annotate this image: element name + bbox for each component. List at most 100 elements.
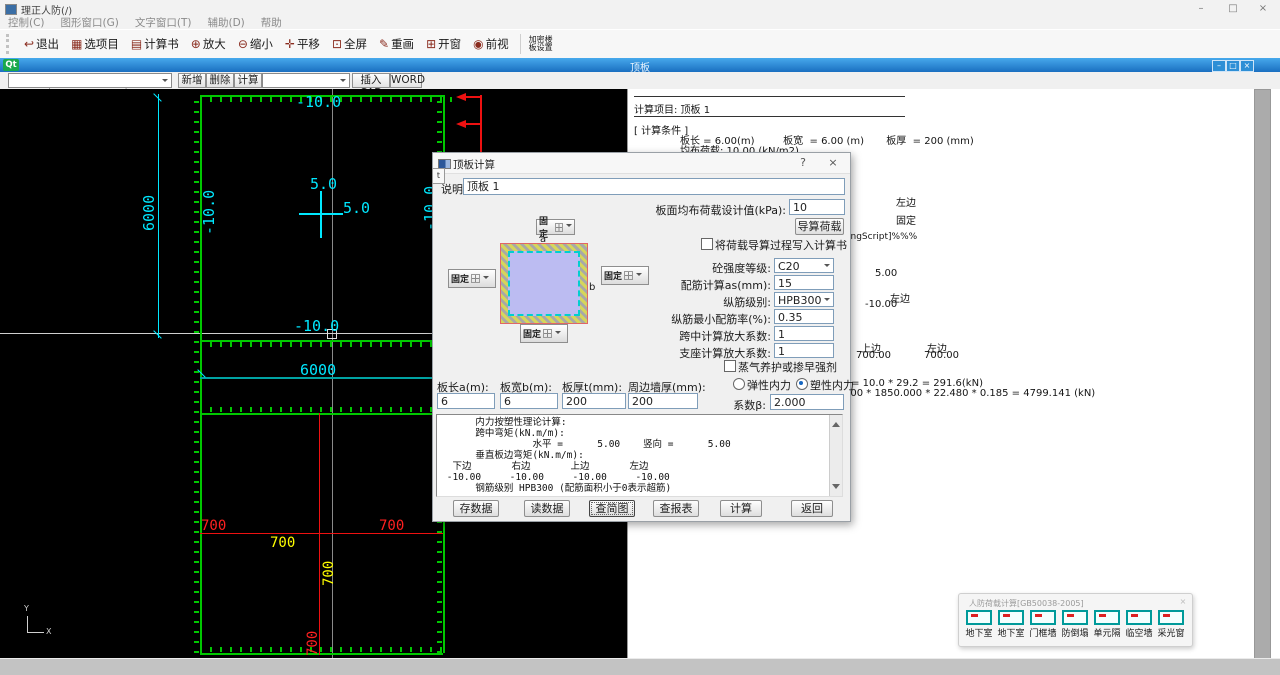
basement-button-2[interactable]: 地下室 [995, 610, 1027, 639]
redraw-button[interactable]: ✎ 重画 [374, 34, 419, 54]
report-frag: 000 * 1850.000 * 22.480 * 0.185 = 4799.1… [844, 388, 1095, 399]
delete-button[interactable]: 删除 [206, 73, 234, 88]
menu-bar: 控制(C) 图形窗口(G) 文字窗口(T) 辅助(D) 帮助 [0, 16, 1280, 29]
edge-left-select[interactable]: 固定 [448, 269, 496, 288]
menu-graphic-window[interactable]: 图形窗口(G) [61, 15, 119, 30]
close-button[interactable]: × [1252, 3, 1274, 14]
report-frag: 左边 [896, 194, 916, 209]
plastic-radio[interactable] [796, 378, 808, 390]
anti-collapse-icon [1062, 610, 1088, 625]
menu-text-window[interactable]: 文字窗口(T) [135, 15, 192, 30]
len-input[interactable]: 6 [437, 393, 495, 409]
concrete-select[interactable]: C20 [774, 258, 834, 273]
select-project-button[interactable]: ▦ 选项目 [66, 34, 124, 54]
dim-left-label: -10.0 [200, 190, 218, 235]
thk-input[interactable]: 200 [562, 393, 626, 409]
read-data-button[interactable]: 读数据 [524, 500, 570, 517]
file-select[interactable]: 01 (&RF_0002.DAT) [8, 73, 172, 88]
full-screen-button[interactable]: ⊡ 全屏 [327, 34, 372, 54]
scroll-down-icon[interactable] [832, 484, 840, 493]
dim-6000h-label: 6000 [300, 361, 336, 379]
as-input[interactable]: 15 [774, 275, 834, 290]
mdi-restore-button[interactable]: □ [1226, 60, 1240, 72]
dim-6000v-line [158, 94, 159, 338]
skylight-button[interactable]: 采光窗 [1155, 610, 1187, 639]
mdi-close-button[interactable]: × [1240, 60, 1254, 72]
moment-5b-label: 5.0 [343, 199, 370, 217]
anti-collapse-button[interactable]: 防倒塌 [1059, 610, 1091, 639]
result-scrollbar[interactable] [829, 415, 842, 496]
beta-input[interactable]: 2.000 [770, 394, 844, 410]
report-frag: 5.00 [875, 268, 897, 279]
result-box[interactable]: 内力按塑性理论计算: 跨中弯矩(kN.m/m): 水平 = 5.00 竖向 = … [436, 414, 843, 497]
return-button[interactable]: 返回 [791, 500, 833, 517]
wid-input[interactable]: 6 [500, 393, 558, 409]
dim-700-left: 700 [201, 518, 226, 534]
minimize-button[interactable]: – [1190, 3, 1212, 14]
midspan-factor-input[interactable]: 1 [774, 326, 834, 341]
rebar-select[interactable]: HPB300 [774, 292, 834, 307]
ucs-y-axis [27, 616, 28, 633]
elastic-label: 弹性内力 [747, 377, 791, 393]
min-ratio-input[interactable]: 0.35 [774, 309, 834, 324]
dialog-help-button[interactable]: ? [796, 156, 810, 170]
menu-help[interactable]: 帮助 [261, 15, 282, 30]
dialog-title: 顶板计算 [453, 157, 495, 172]
concrete-label: 砼强度等级: [591, 260, 771, 276]
word-button[interactable]: WORD [390, 73, 422, 88]
dim-700-red-v: 700 [305, 631, 321, 656]
blast-wall-button[interactable]: 临空墙 [1123, 610, 1155, 639]
min-ratio-label: 纵筋最小配筋率(%): [591, 311, 771, 327]
zoom-in-button[interactable]: ⊕ 放大 [186, 34, 231, 54]
mdi-minimize-button[interactable]: – [1212, 60, 1226, 72]
basement-button-1[interactable]: 地下室 [963, 610, 995, 639]
view-sketch-button[interactable]: 查简图 [589, 500, 635, 517]
front-view-button[interactable]: ◉ 前视 [468, 34, 513, 54]
chevron-down-icon [824, 298, 830, 304]
calc-button[interactable]: 计算 [720, 500, 762, 517]
unit-partition-button[interactable]: 单元隔 [1091, 610, 1123, 639]
exit-icon: ↩ [24, 38, 34, 50]
calculate-button[interactable]: 计算 [234, 73, 262, 88]
elastic-radio[interactable] [733, 378, 745, 390]
write-calcbook-checkbox[interactable] [701, 238, 713, 250]
menu-control[interactable]: 控制(C) [8, 15, 45, 30]
midspan-factor-label: 跨中计算放大系数: [591, 328, 771, 344]
palette-close-button[interactable]: × [1178, 597, 1188, 607]
new-button[interactable]: 新增 [178, 73, 206, 88]
calc-book-button[interactable]: ▤ 计算书 [126, 34, 184, 54]
pan-button[interactable]: ✛ 平移 [280, 34, 325, 54]
view-report-button[interactable]: 查报表 [653, 500, 699, 517]
dialog-close-button[interactable]: × [826, 156, 840, 170]
edge-bottom-select[interactable]: 固定 [520, 324, 568, 343]
dialog-titlebar[interactable]: 顶板计算 ? × [433, 153, 850, 174]
edge-top-select[interactable]: 固定 [536, 219, 575, 235]
load-input[interactable]: 10 [789, 199, 845, 215]
blast-wall-icon [1126, 610, 1152, 625]
desc-input[interactable]: 顶板 1 [463, 178, 845, 195]
moment-5a-label: 5.0 [310, 175, 337, 193]
as-label: 配筋计算as(mm): [591, 277, 771, 293]
open-window-button[interactable]: ⊞ 开窗 [421, 34, 466, 54]
scroll-up-icon[interactable] [832, 418, 840, 427]
wall-line-mid2 [200, 413, 443, 415]
second-select[interactable] [262, 73, 350, 88]
restore-button[interactable]: □ [1222, 3, 1244, 14]
door-frame-wall-button[interactable]: 门框墙 [1027, 610, 1059, 639]
door-frame-wall-icon [1030, 610, 1056, 625]
save-data-button[interactable]: 存数据 [453, 500, 499, 517]
chevron-down-icon [824, 264, 830, 270]
zoom-out-button[interactable]: ⊖ 缩小 [233, 34, 278, 54]
insert-cad-button[interactable]: 插入CAD [352, 73, 390, 88]
menu-assist[interactable]: 辅助(D) [207, 15, 244, 30]
exit-button[interactable]: ↩ 退出 [19, 34, 64, 54]
report-scrollbar[interactable] [1254, 89, 1271, 658]
ucs-y-label: Y [24, 604, 29, 613]
rebar-label: 纵筋级别: [591, 294, 771, 310]
arrow-left-icon [452, 120, 466, 128]
toolbar-grip[interactable] [6, 34, 14, 54]
support-factor-input[interactable]: 1 [774, 343, 834, 358]
encrypt-slab-settings-button[interactable]: 加密楼 板设置 [526, 34, 556, 55]
derive-load-button[interactable]: 导算荷载 [795, 218, 844, 235]
steam-cure-checkbox[interactable] [724, 360, 736, 372]
